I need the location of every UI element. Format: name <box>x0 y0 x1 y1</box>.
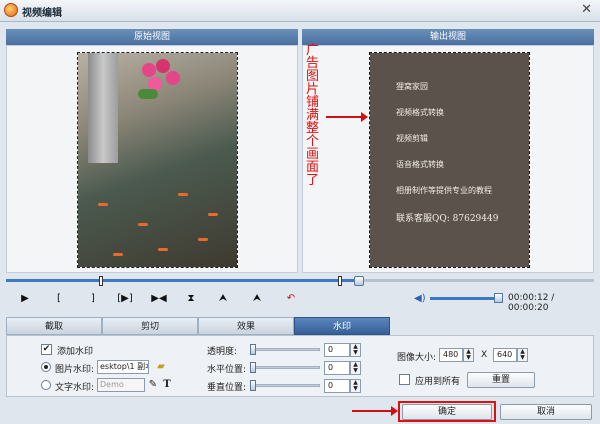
time-display: 00:00:12 / 00:00:20 <box>508 293 555 313</box>
watermark-panel: ✔ 添加水印 图片水印: esktop\1 副本 ▰ 文字水印: Demo ✎ … <box>6 335 594 397</box>
volume-slider[interactable] <box>430 297 502 300</box>
output-view-header: 输出视图 <box>302 29 594 45</box>
timeline-end-marker[interactable] <box>338 276 342 286</box>
annotation-arrow-icon <box>326 112 368 122</box>
add-watermark-checkbox[interactable]: ✔ <box>41 344 52 355</box>
timeline-progress <box>6 279 359 282</box>
tab-bar: 截取 剪切 效果 水印 <box>6 317 594 335</box>
reset-button[interactable]: 重置 <box>467 372 535 388</box>
vertical-label: 垂直位置: <box>207 383 247 393</box>
volume-icon[interactable]: ◀) <box>414 293 426 304</box>
pillar-image <box>88 53 118 163</box>
apply-all-checkbox[interactable] <box>399 374 410 385</box>
cancel-button[interactable]: 取消 <box>500 404 592 420</box>
split-icon[interactable]: ▶◀ <box>150 291 168 307</box>
watermark-line: 相册制作等提供专业的教程 <box>396 186 492 195</box>
tab-crop[interactable]: 剪切 <box>102 317 198 335</box>
play-icon[interactable]: ▶ <box>16 291 34 307</box>
size-separator: X <box>481 350 488 360</box>
vertical-thumb[interactable] <box>250 380 256 391</box>
title-bar: 视频编辑 ✕ <box>0 0 600 22</box>
window-title: 视频编辑 <box>22 8 62 19</box>
app-icon <box>4 3 18 17</box>
spin-arrows-icon[interactable]: ▲ ▼ <box>350 379 361 393</box>
text-watermark-field[interactable]: Demo <box>97 378 145 392</box>
center-icon[interactable]: ⧗ <box>182 291 200 307</box>
text-format-icon[interactable]: T <box>160 378 174 392</box>
original-view <box>6 45 298 273</box>
watermark-line: 语音格式转换 <box>396 160 444 169</box>
tab-watermark[interactable]: 水印 <box>294 317 390 335</box>
flowers-image <box>136 57 184 107</box>
rotate-right-icon[interactable]: ⮝ <box>248 291 266 307</box>
tab-effects[interactable]: 效果 <box>198 317 294 335</box>
image-watermark-label: 图片水印: <box>55 365 95 375</box>
spin-arrows-icon[interactable]: ▲ ▼ <box>517 348 528 362</box>
volume-thumb[interactable] <box>494 293 503 303</box>
folder-icon[interactable]: ▰ <box>154 360 168 374</box>
horizontal-label: 水平位置: <box>207 365 247 375</box>
rotate-left-icon[interactable]: ⮝ <box>214 291 232 307</box>
timeline-thumb[interactable] <box>353 276 364 286</box>
transparency-slider[interactable] <box>250 348 320 351</box>
image-path-field[interactable]: esktop\1 副本 <box>97 360 149 374</box>
play-range-icon[interactable]: [▶] <box>116 291 134 307</box>
text-watermark-label: 文字水印: <box>55 383 95 393</box>
timeline[interactable] <box>6 276 594 286</box>
height-spinbox[interactable]: 640 ▲ ▼ <box>493 348 528 362</box>
text-watermark-radio[interactable] <box>41 380 51 390</box>
spin-arrows-icon[interactable]: ▲ ▼ <box>350 361 361 375</box>
ok-annotation-arrow-icon <box>352 406 398 416</box>
watermark-line: 视频剪辑 <box>396 134 428 143</box>
mark-out-icon[interactable]: ] <box>84 291 102 307</box>
close-icon[interactable]: ✕ <box>581 2 592 17</box>
original-video-frame <box>77 52 238 268</box>
transparency-thumb[interactable] <box>250 344 256 355</box>
transparency-spinbox[interactable]: 0 ▲ ▼ <box>324 343 361 357</box>
watermark-line: 狸窝家园 <box>396 82 428 91</box>
spin-arrows-icon[interactable]: ▲ ▼ <box>350 343 361 357</box>
ok-highlight-box <box>398 401 496 422</box>
vertical-spinbox[interactable]: 0 ▲ ▼ <box>324 379 361 393</box>
spin-arrows-icon[interactable]: ▲ ▼ <box>463 348 474 362</box>
pen-icon[interactable]: ✎ <box>146 378 160 392</box>
output-video-frame: 狸窝家园 视频格式转换 视频剪辑 语音格式转换 相册制作等提供专业的教程 联系客… <box>369 52 530 268</box>
annotation-text: 广告图片铺满整个画面了 <box>306 43 320 188</box>
image-size-label: 图像大小: <box>397 353 437 363</box>
horizontal-slider[interactable] <box>250 366 320 369</box>
add-watermark-label: 添加水印 <box>57 347 94 357</box>
timeline-start-marker[interactable] <box>99 276 103 286</box>
watermark-line: 视频格式转换 <box>396 108 444 117</box>
apply-all-label: 应用到所有 <box>415 377 461 387</box>
mark-in-icon[interactable]: [ <box>50 291 68 307</box>
tab-trim[interactable]: 截取 <box>6 317 102 335</box>
undo-icon[interactable]: ↶ <box>282 291 300 307</box>
vertical-slider[interactable] <box>250 384 320 387</box>
watermark-line: 联系客服QQ: 87629449 <box>396 214 499 224</box>
image-watermark-radio[interactable] <box>41 362 51 372</box>
horizontal-thumb[interactable] <box>250 362 256 373</box>
playback-controls: ▶ [ ] [▶] ▶◀ ⧗ ⮝ ⮝ ↶ ◀) 00:00:12 / 00:00… <box>6 290 594 313</box>
horizontal-spinbox[interactable]: 0 ▲ ▼ <box>324 361 361 375</box>
output-view: 狸窝家园 视频格式转换 视频剪辑 语音格式转换 相册制作等提供专业的教程 联系客… <box>302 45 594 273</box>
width-spinbox[interactable]: 480 ▲ ▼ <box>439 348 474 362</box>
original-view-header: 原始视图 <box>6 29 298 45</box>
transparency-label: 透明度: <box>207 347 238 357</box>
